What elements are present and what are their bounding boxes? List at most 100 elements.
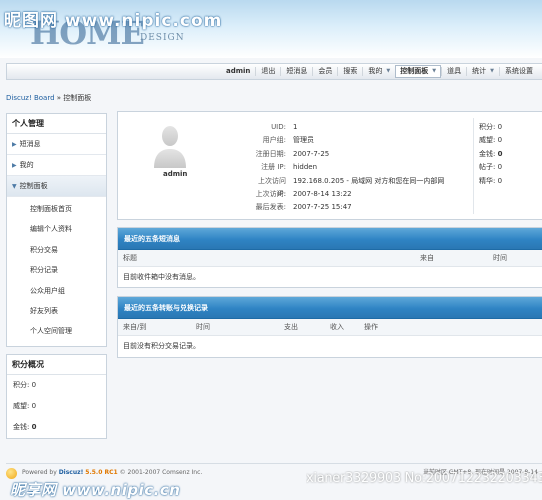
column-header-out: 支出 (284, 323, 298, 331)
info-row: UID: 1 (248, 121, 444, 134)
stat-row: 金钱: 0 (7, 417, 106, 438)
triangle-down-icon: ▼ (12, 183, 17, 190)
info-value: 192.168.0.205 - 局域网 对方和您在同一内部网 (293, 176, 445, 185)
sidebar-item-label: 控制面板 (19, 182, 48, 190)
info-label: 用户组: (262, 136, 286, 145)
breadcrumb-current: 控制面板 (63, 94, 92, 102)
empty-message: 目前收件箱中没有消息。 (123, 273, 200, 281)
lightbulb-icon (6, 468, 17, 479)
nav-tools[interactable]: 道具 (441, 67, 466, 76)
sidebar-item-my[interactable]: ▶ 我的 (7, 155, 106, 176)
stat-label: 威望: (13, 401, 30, 410)
info-value: 1 (293, 123, 298, 131)
nav-search[interactable]: 搜索 (337, 67, 362, 76)
divider (6, 463, 542, 464)
points-label: 精华: (479, 176, 496, 185)
info-row: 注册日期: 2007-7-25 (248, 148, 444, 161)
nav-stats[interactable]: 统计 ▼ (466, 67, 499, 76)
stat-value: 0 (31, 401, 37, 410)
product-link[interactable]: Discuz! (59, 469, 84, 476)
stat-value: 0 (31, 422, 37, 431)
personal-menu: 个人管理 ▶ 短消息 ▶ 我的 ▼ 控制面板 控制面板首页 编辑个人资料 积分交易 积… (6, 113, 107, 347)
sidebar-item-control-panel[interactable]: ▼ 控制面板 (7, 176, 106, 197)
footer: Powered by Discuz! 5.5.0 RC1 © 2001-2007… (0, 463, 542, 500)
nav-control-panel[interactable]: 控制面板 ▼ (395, 65, 442, 78)
info-row: 上次访问 IP: 192.168.0.205 - 局域网 对方和您在同一内部网 (248, 175, 445, 198)
info-row: 最后发表: 2007-7-25 15:47 (248, 201, 444, 214)
nav-settings[interactable]: 系统设置 (499, 67, 538, 76)
submenu-item[interactable]: 公众用户组 (7, 281, 106, 301)
panel-title: 最近的五条短消息 (118, 228, 542, 250)
main-content: admin UID: 1 用户组: 管理员 注册日期: 2007-7-25 注册 IP… (117, 111, 542, 358)
powered-by: Powered by Discuz! 5.5.0 RC1 © 2001-2007… (22, 469, 202, 476)
transfer-records-panel: 最近的五条转账与兑换记录 来自/到 时间 支出 收入 操作 目前没有积分交易记录… (117, 296, 542, 358)
profile-info: UID: 1 用户组: 管理员 注册日期: 2007-7-25 注册 IP: hidde… (248, 121, 445, 215)
top-nav-bar: admin 退出 短消息 会员 搜索 我的 ▼ 控制面板 ▼ 道具 统计 ▼ 系统设置 (6, 63, 542, 80)
info-value: 2007-7-25 (293, 149, 330, 158)
recent-messages-panel: 最近的五条短消息 标题 来自 时间 目前收件箱中没有消息。 (117, 227, 542, 288)
nav-logout[interactable]: 退出 (255, 67, 280, 76)
breadcrumb-separator: » (56, 94, 62, 102)
triangle-right-icon: ▶ (12, 162, 17, 169)
points-label: 积分: (479, 123, 496, 131)
info-label: UID: (271, 123, 286, 131)
personal-menu-title: 个人管理 (7, 114, 106, 134)
nav-messages[interactable]: 短消息 (280, 67, 312, 76)
stat-row: 威望: 0 (7, 396, 106, 417)
breadcrumb-home-link[interactable]: Discuz! Board (6, 94, 55, 102)
avatar (152, 122, 188, 174)
sidebar-item-label: 我的 (19, 161, 34, 169)
stat-label: 金钱: (13, 422, 30, 431)
submenu-item[interactable]: 个人空间管理 (7, 321, 106, 341)
nav-members[interactable]: 会员 (312, 67, 337, 76)
column-header-title: 标题 (123, 254, 137, 262)
submenu-item[interactable]: 积分交易 (7, 240, 106, 260)
column-header-action: 操作 (364, 323, 378, 331)
submenu-item[interactable]: 好友列表 (7, 301, 106, 321)
powered-prefix: Powered by (22, 469, 57, 476)
nav-username[interactable]: admin (221, 67, 255, 76)
info-label: 上次访问 IP: (258, 176, 286, 198)
site-logo-subtitle: DESIGN (140, 33, 185, 43)
profile-points: 积分: 0 威望: 0 金钱: 0 帖子: 0 精华: 0 (479, 121, 502, 188)
points-value: 0 (497, 136, 503, 145)
nav-my-menu[interactable]: 我的 ▼ (362, 67, 395, 76)
sidebar: 个人管理 ▶ 短消息 ▶ 我的 ▼ 控制面板 控制面板首页 编辑个人资料 积分交易 积… (6, 113, 107, 439)
sidebar-item-label: 短消息 (19, 140, 41, 148)
nav-control-panel-label: 控制面板 (400, 67, 429, 75)
column-header-in: 收入 (330, 323, 344, 331)
chevron-down-icon: ▼ (432, 68, 437, 74)
points-row: 金钱: 0 (479, 148, 502, 161)
stat-value: 0 (31, 380, 37, 389)
points-value: 0 (497, 163, 503, 172)
sidebar-item-messages[interactable]: ▶ 短消息 (7, 134, 106, 155)
column-header-from: 来自 (420, 254, 434, 262)
points-value: 0 (497, 123, 503, 131)
column-header-time: 时间 (493, 254, 507, 262)
submenu-item[interactable]: 编辑个人资料 (7, 219, 106, 239)
points-row: 威望: 0 (479, 134, 502, 147)
panel-title: 最近的五条转账与兑换记录 (118, 297, 542, 319)
points-row: 积分: 0 (479, 121, 502, 134)
points-value: 0 (497, 149, 503, 158)
points-value: 0 (497, 176, 503, 185)
points-label: 帖子: (479, 163, 496, 172)
stat-row: 积分: 0 (7, 375, 106, 396)
user-silhouette-icon (154, 126, 186, 168)
nav-stats-label: 统计 (472, 67, 487, 75)
watermark-bottom: 昵享网 www.nipic.cn (10, 481, 181, 499)
info-row: 用户组: 管理员 (248, 134, 444, 147)
points-label: 金钱: (479, 149, 496, 158)
points-row: 精华: 0 (479, 175, 502, 188)
info-row: 注册 IP: hidden (248, 161, 444, 174)
submenu-item[interactable]: 积分记录 (7, 260, 106, 280)
submenu-item[interactable]: 控制面板首页 (7, 199, 106, 219)
info-value: 2007-7-25 15:47 (293, 203, 352, 212)
control-panel-submenu: 控制面板首页 编辑个人资料 积分交易 积分记录 公众用户组 好友列表 个人空间管… (7, 197, 106, 346)
info-row: 上次访问: 2007-8-14 13:22 (248, 188, 444, 201)
empty-message: 目前没有积分交易记录。 (123, 342, 200, 350)
triangle-right-icon: ▶ (12, 141, 17, 148)
chevron-down-icon: ▼ (490, 68, 494, 74)
profile-username[interactable]: admin (163, 170, 187, 178)
info-label: 上次访问: (255, 189, 286, 198)
